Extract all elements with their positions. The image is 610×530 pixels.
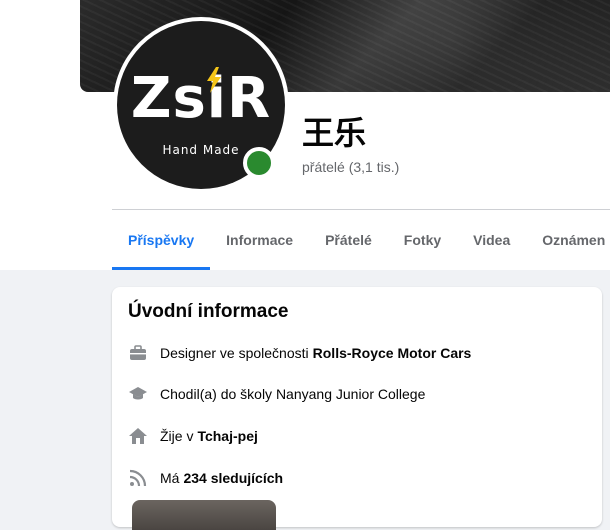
intro-card: Úvodní informace Designer ve společnosti… [112, 287, 602, 530]
intro-followers-count[interactable]: 234 sledujících [183, 470, 283, 486]
intro-work-company[interactable]: Rolls-Royce Motor Cars [313, 345, 472, 361]
avatar-logo-text: ZsiR [130, 66, 272, 131]
intro-followers-row: Má 234 sledujících [128, 466, 283, 490]
tab-videos[interactable]: Videa [457, 210, 526, 270]
briefcase-icon [130, 345, 146, 360]
online-status-indicator [243, 147, 275, 179]
intro-work-row: Designer ve společnosti Rolls-Royce Moto… [128, 341, 471, 365]
intro-home-row: Žije v Tchaj-pej [128, 424, 258, 448]
featured-photo[interactable] [132, 500, 276, 530]
tab-about[interactable]: Informace [210, 210, 309, 270]
home-icon [129, 428, 147, 444]
friends-count-link[interactable]: přátelé (3,1 tis.) [302, 159, 399, 175]
tab-friends[interactable]: Přátelé [309, 210, 388, 270]
intro-home-city[interactable]: Tchaj-pej [197, 428, 257, 444]
intro-school-text[interactable]: Chodil(a) do školy Nanyang Junior Colleg… [160, 386, 425, 402]
profile-tabs: Příspěvky Informace Přátelé Fotky Videa … [112, 210, 610, 270]
intro-followers-prefix: Má [160, 470, 180, 486]
profile-name: 王乐 [302, 114, 367, 152]
tab-posts[interactable]: Příspěvky [112, 210, 211, 270]
graduation-cap-icon [129, 387, 147, 400]
intro-work-prefix: Designer ve společnosti [160, 345, 309, 361]
intro-title: Úvodní informace [128, 301, 289, 322]
profile-avatar[interactable]: ZsiR Hand Made [113, 17, 289, 193]
tab-photos[interactable]: Fotky [388, 210, 457, 270]
intro-home-prefix: Žije v [160, 428, 194, 444]
lightning-bolt-icon [207, 67, 221, 93]
intro-school-row: Chodil(a) do školy Nanyang Junior Colleg… [128, 382, 425, 406]
rss-icon [129, 469, 147, 487]
tab-mentions[interactable]: Oznámen [526, 210, 610, 270]
